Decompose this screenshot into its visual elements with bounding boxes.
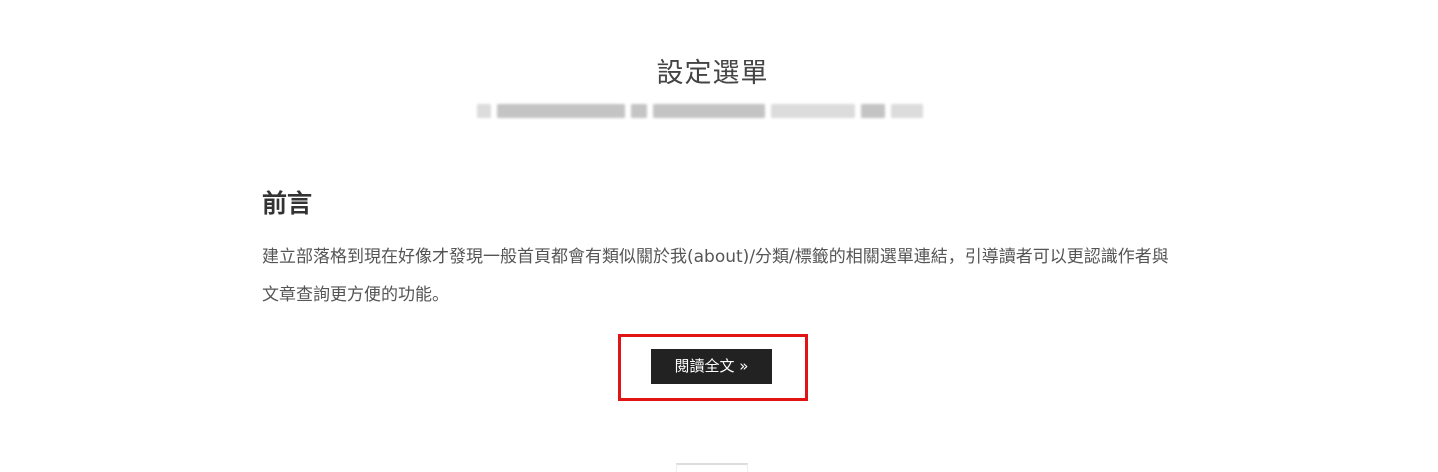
section-heading: 前言 — [262, 189, 313, 218]
post-excerpt: 建立部落格到現在好像才發現一般首頁都會有類似關於我(about)/分類/標籤的相… — [262, 247, 1169, 305]
next-section-edge — [676, 463, 748, 472]
meta-redacted-block — [497, 104, 625, 118]
meta-redacted-block — [653, 104, 765, 118]
meta-redacted-block — [771, 104, 855, 118]
meta-redacted-block — [891, 104, 923, 118]
meta-redacted-block — [631, 104, 647, 118]
meta-redacted-block — [861, 104, 885, 118]
read-more-button[interactable]: 閱讀全文 » — [651, 349, 772, 384]
meta-redacted-block — [477, 104, 491, 118]
post-meta-redacted — [477, 102, 949, 120]
post-title[interactable]: 設定選單 — [0, 56, 1425, 92]
